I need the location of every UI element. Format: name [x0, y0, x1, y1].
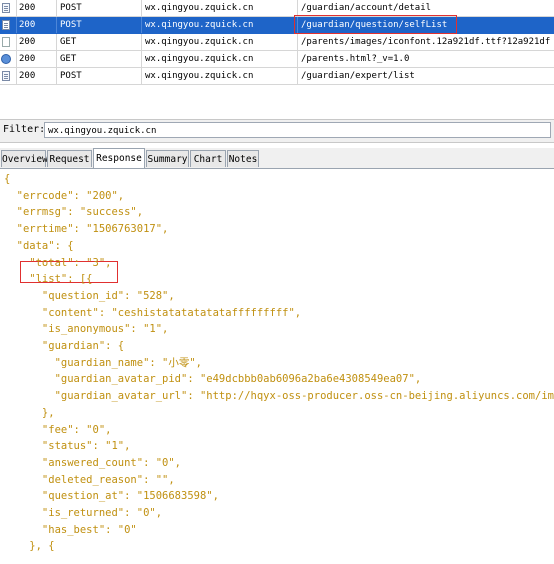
tab-notes[interactable]: Notes — [227, 150, 259, 167]
response-body[interactable]: { "errcode": "200", "errmsg": "success",… — [0, 169, 554, 564]
request-doc-icon — [2, 71, 10, 81]
response-json-line: { — [4, 173, 11, 185]
session-result: 200 — [16, 51, 57, 67]
tab-overview[interactable]: Overview — [1, 150, 48, 167]
response-json-line: "data": { — [4, 239, 74, 252]
response-json-line: "is_returned": "0", — [4, 507, 163, 519]
session-url: /guardian/account/detail — [297, 0, 554, 16]
session-icon-cell — [0, 68, 14, 84]
request-doc-icon — [2, 20, 10, 30]
response-json-line: "guardian_avatar_url": "http://hqyx-oss-… — [4, 390, 554, 403]
session-icon-cell — [0, 0, 14, 16]
web-page-icon — [1, 54, 11, 64]
session-icon-cell — [0, 34, 14, 50]
session-host: wx.qingyou.zquick.cn — [141, 17, 300, 33]
session-protocol: GET — [56, 51, 144, 67]
inspector-tab-strip: Overview Request Response Summary Chart … — [0, 148, 554, 169]
session-row[interactable]: 200 POST wx.qingyou.zquick.cn/guardian/acc… — [0, 0, 554, 17]
session-icon-cell — [0, 51, 14, 67]
response-json-line: "list": [{ — [4, 273, 93, 286]
response-json-line: "content": "ceshistatatatatatafffffffff"… — [4, 306, 302, 319]
session-protocol: POST — [56, 68, 144, 84]
session-row[interactable]: 200 POST wx.qingyou.zquick.cn/guardian/exp… — [0, 68, 554, 85]
response-json-line: "guardian": { — [4, 340, 125, 352]
response-json-line: "total": "3", — [4, 256, 112, 269]
tab-chart[interactable]: Chart — [190, 150, 226, 167]
session-result: 200 — [16, 0, 57, 16]
response-json-line: "errmsg": "success", — [4, 206, 144, 219]
session-url: /parents/images/iconfont.12a921df.ttf?12… — [297, 34, 554, 50]
session-url: /parents.html?_v=1.0 — [297, 51, 554, 67]
session-protocol: POST — [56, 0, 144, 16]
response-json-line: "deleted_reason": "", — [4, 473, 175, 486]
session-host: wx.qingyou.zquick.cn — [141, 51, 300, 67]
session-result: 200 — [16, 34, 57, 50]
session-list: 200 POST wx.qingyou.zquick.cn/guardian/acc… — [0, 0, 554, 85]
filter-bar: Filter: wx.qingyou.zquick.cn — [0, 119, 554, 143]
tab-response[interactable]: Response — [93, 148, 145, 168]
response-json-line: "status": "1", — [4, 440, 131, 453]
filter-input[interactable]: wx.qingyou.zquick.cn — [44, 122, 551, 138]
session-protocol: POST — [56, 17, 144, 33]
response-json-line: "is_anonymous": "1", — [4, 323, 169, 336]
response-json-line: "question_id": "528", — [4, 289, 175, 302]
response-json-line: "question_at": "1506683598", — [4, 490, 219, 503]
session-row[interactable]: 200 GET wx.qingyou.zquick.cn/parents.html?… — [0, 51, 554, 68]
session-host: wx.qingyou.zquick.cn — [141, 34, 300, 50]
session-host: wx.qingyou.zquick.cn — [141, 68, 300, 84]
session-result: 200 — [16, 17, 57, 33]
session-url: /guardian/expert/list — [297, 68, 554, 84]
session-icon-cell — [0, 17, 14, 33]
tab-request[interactable]: Request — [47, 150, 92, 167]
response-json-line: }, { — [4, 540, 55, 553]
response-json-line: "answered_count": "0", — [4, 456, 182, 469]
response-json-line: "has_best": "0" — [4, 523, 137, 536]
session-row[interactable]: 200 POST wx.qingyou.zquick.cn/guardian/que… — [0, 17, 554, 34]
filter-label: Filter: — [3, 124, 46, 135]
url-highlight-box — [294, 15, 457, 34]
response-json-line: "errcode": "200", — [4, 189, 125, 202]
response-json-line: }, — [4, 406, 55, 419]
session-host: wx.qingyou.zquick.cn — [141, 0, 300, 16]
session-result: 200 — [16, 68, 57, 84]
response-json-line: "guardian_name": "小零", — [4, 356, 203, 369]
request-doc-icon — [2, 3, 10, 13]
response-json-line: "guardian_avatar_pid": "e49dcbbb0ab6096a… — [4, 373, 422, 386]
session-protocol: GET — [56, 34, 144, 50]
blank-file-icon — [2, 37, 10, 47]
session-row[interactable]: 200 GET wx.qingyou.zquick.cn/parents/image… — [0, 34, 554, 51]
response-json-line: "errtime": "1506763017", — [4, 223, 169, 236]
response-json-line: "fee": "0", — [4, 423, 112, 436]
tab-summary[interactable]: Summary — [146, 150, 189, 167]
